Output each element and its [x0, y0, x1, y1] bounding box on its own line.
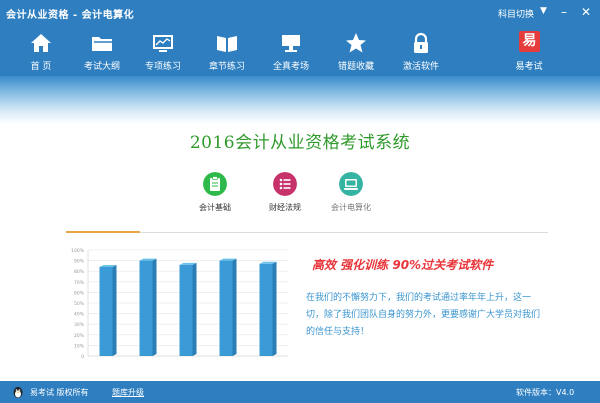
folder-icon	[92, 37, 112, 51]
y-tick-label: 80%	[74, 269, 85, 275]
close-icon[interactable]: ✕	[578, 4, 594, 20]
description-text: 在我们的不懈努力下，我们的考试通过率年年上升，这一切，除了我们团队自身的努力外，…	[306, 293, 541, 337]
chart-bar	[139, 260, 153, 356]
star-icon	[346, 33, 366, 53]
system-title: 2016会计从业资格考试系统	[189, 133, 411, 153]
y-tick-label: 70%	[74, 280, 85, 286]
y-tick-label: 10%	[74, 343, 85, 349]
software-version: 软件版本：V4.0	[516, 388, 575, 397]
book-icon	[217, 36, 237, 52]
chart-bar-side	[192, 262, 197, 356]
nav-wrong-questions[interactable]: 错题收藏	[325, 26, 387, 76]
category-accounting-basics-label: 会计基础	[199, 203, 231, 212]
nav-activate-software-label: 激活软件	[402, 62, 439, 72]
chart-bar-side	[152, 258, 157, 356]
slogan: 高效 强化训练 90%过关考试软件	[312, 258, 494, 272]
y-tick-label: 50%	[74, 301, 85, 307]
monitor-icon	[153, 35, 173, 52]
section-divider-accent	[66, 231, 140, 233]
nav-home[interactable]: 首 页	[10, 26, 72, 76]
y-tick-label: 40%	[74, 312, 85, 318]
nav-chapter-practice[interactable]: 章节练习	[196, 26, 258, 76]
nav-mock-exam-label: 全真考场	[272, 62, 309, 72]
nav-topic-practice[interactable]: 专项练习	[132, 26, 194, 76]
chart-bar	[259, 263, 273, 356]
y-tick-label: 100%	[71, 248, 85, 254]
category-finance-law-label: 财经法规	[269, 203, 301, 212]
hero-banner	[0, 76, 600, 124]
window-title: 会计从业资格 - 会计电算化	[6, 10, 135, 21]
chart-bar	[179, 264, 193, 356]
pass-rate-chart-svg: 0 10% 20% 30% 40% 50% 60% 70% 80% 90% 100%	[71, 248, 288, 360]
list-icon	[273, 172, 297, 196]
home-icon	[31, 34, 51, 52]
chart-bar-side	[272, 261, 277, 356]
y-tick-label: 60%	[74, 290, 85, 296]
yi-logo-icon: 易	[519, 31, 540, 52]
chart-bar	[219, 260, 233, 356]
y-tick-label: 20%	[74, 333, 85, 339]
nav-home-label: 首 页	[30, 62, 52, 72]
lock-icon	[414, 32, 428, 53]
nav-exam-outline[interactable]: 考试大纲	[71, 26, 133, 76]
chevron-down-icon[interactable]: ▼	[540, 6, 547, 16]
nav-exam-outline-label: 考试大纲	[83, 62, 120, 72]
minimize-icon[interactable]: –	[556, 4, 572, 20]
y-tick-label: 90%	[74, 259, 85, 265]
nav-topic-practice-label: 专项练习	[144, 62, 181, 72]
chart-bar	[99, 266, 113, 356]
copyright-text: 易考试 版权所有	[30, 388, 89, 397]
nav-mock-exam[interactable]: 全真考场	[260, 26, 322, 76]
pass-rate-chart: 0 10% 20% 30% 40% 50% 60% 70% 80% 90% 100%	[66, 238, 302, 366]
subject-switch-button[interactable]: 科目切换	[498, 7, 534, 20]
y-tick-label: 30%	[74, 322, 85, 328]
nav-activate-software[interactable]: 激活软件	[390, 26, 452, 76]
nav-yikaoshi-label: 易考试	[515, 62, 543, 72]
exam-screen-icon	[282, 35, 300, 52]
status-bar: 易考试 版权所有 题库升级 软件版本：V4.0	[0, 381, 600, 403]
chart-bar-side	[232, 258, 237, 356]
category-computerized-accounting-label: 会计电算化	[331, 203, 371, 212]
penguin-icon	[13, 387, 23, 398]
computer-icon	[339, 172, 363, 196]
title-bar: 会计从业资格 - 会计电算化 科目切换 ▼ – ✕	[0, 0, 600, 26]
nav-wrong-questions-label: 错题收藏	[337, 62, 374, 72]
nav-yikaoshi[interactable]: 易 易考试	[498, 26, 560, 76]
main-toolbar: 首 页 考试大纲 专项练习 章节练习 全真考场 错题收藏 激活软件 易 易考试	[0, 26, 600, 76]
nav-chapter-practice-label: 章节练习	[208, 62, 245, 72]
y-tick-label: 0	[81, 354, 84, 360]
clipboard-icon	[203, 172, 227, 196]
question-bank-upgrade-link[interactable]: 题库升级	[112, 387, 144, 398]
chart-bar-side	[112, 264, 117, 356]
